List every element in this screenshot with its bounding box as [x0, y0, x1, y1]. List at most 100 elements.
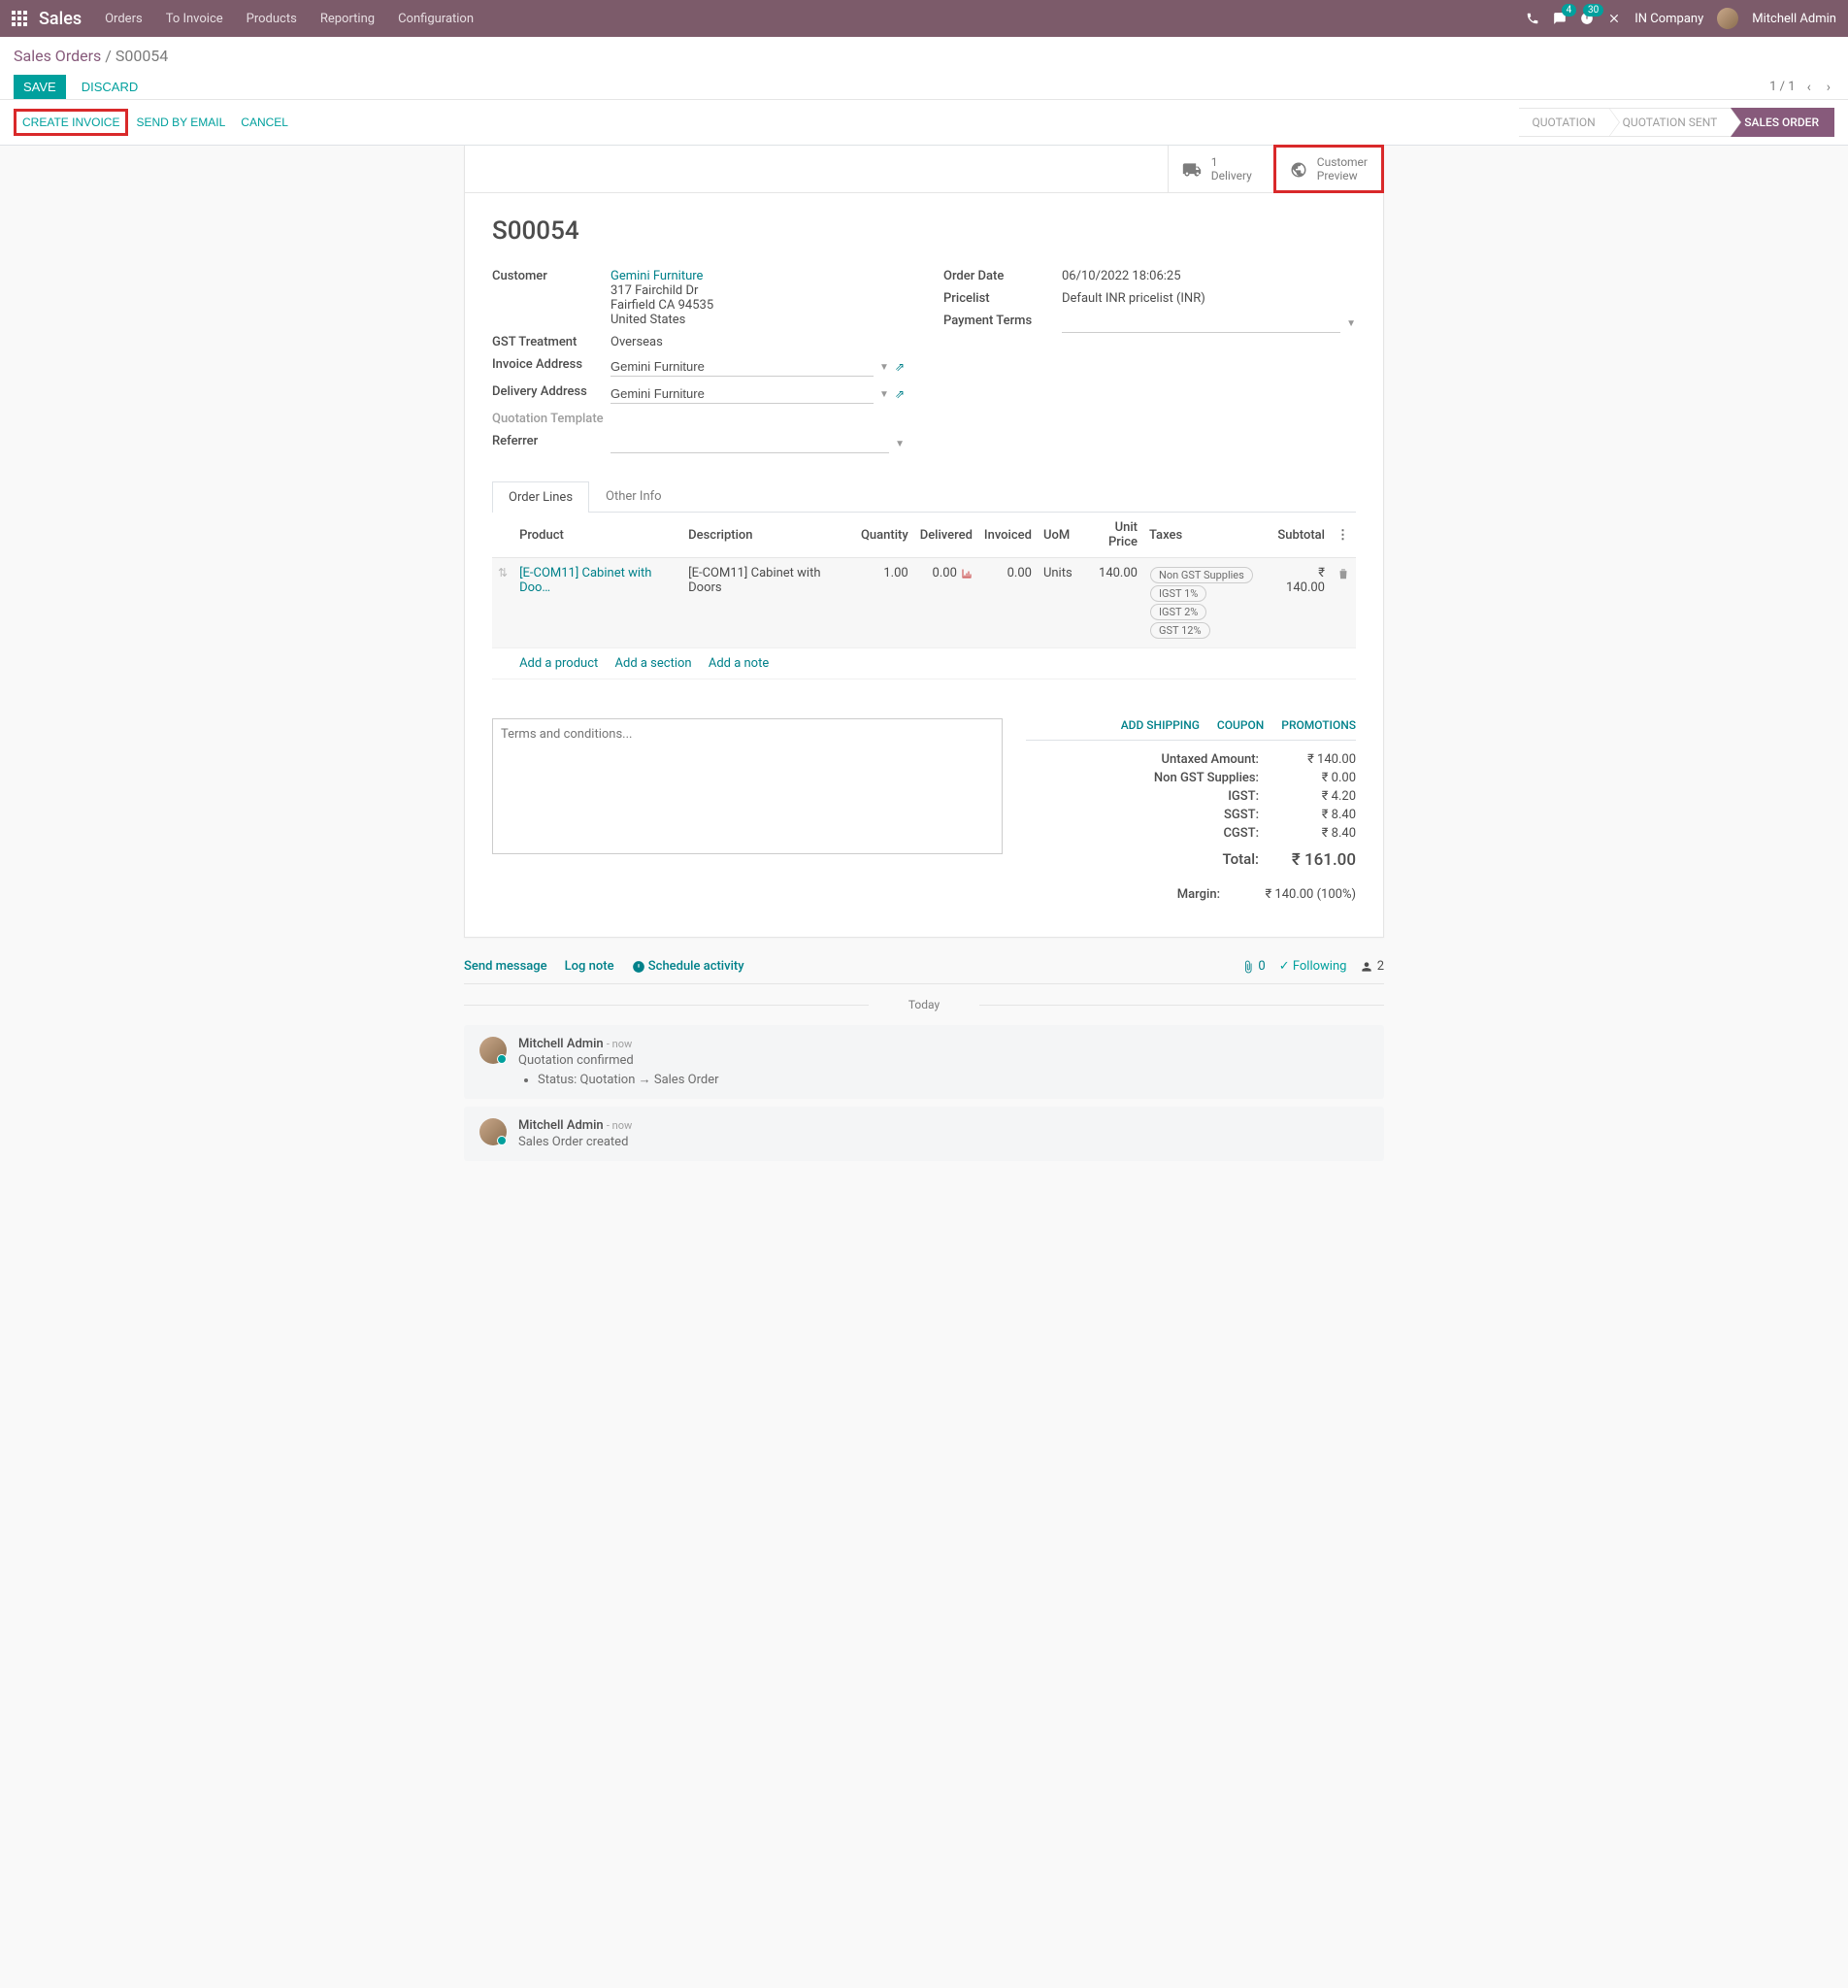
- sgst-amount: ₹ 8.40: [1278, 808, 1356, 822]
- line-description[interactable]: [E-COM11] Cabinet with Doors: [682, 558, 855, 648]
- discuss-icon[interactable]: 4: [1553, 12, 1567, 26]
- chevron-down-icon[interactable]: ▼: [879, 389, 889, 400]
- tax-tag[interactable]: GST 12%: [1150, 622, 1210, 639]
- line-unit-price[interactable]: 140.00: [1078, 558, 1143, 648]
- tab-order-lines[interactable]: Order Lines: [492, 481, 589, 513]
- sgst-label: SGST:: [1026, 808, 1259, 822]
- attachments-count[interactable]: 0: [1241, 959, 1266, 974]
- chevron-down-icon[interactable]: ▼: [879, 362, 889, 373]
- quotation-template-label: Quotation Template: [492, 412, 610, 426]
- stat-delivery[interactable]: 1Delivery: [1168, 146, 1274, 192]
- status-quotation-sent[interactable]: QUOTATION SENT: [1609, 108, 1732, 137]
- invoice-addr-input[interactable]: [610, 357, 874, 377]
- apps-icon[interactable]: [12, 11, 27, 26]
- customer-value: Gemini Furniture 317 Fairchild Dr Fairfi…: [610, 269, 905, 327]
- breadcrumb-root[interactable]: Sales Orders: [14, 47, 101, 65]
- user-avatar[interactable]: [1717, 8, 1738, 29]
- add-shipping-link[interactable]: ADD SHIPPING: [1121, 718, 1200, 732]
- tax-tag[interactable]: IGST 1%: [1150, 585, 1206, 602]
- save-button[interactable]: SAVE: [14, 75, 66, 99]
- nav-reporting[interactable]: Reporting: [320, 12, 375, 26]
- untaxed-label: Untaxed Amount:: [1026, 752, 1259, 767]
- stock-chart-icon[interactable]: [961, 567, 973, 580]
- app-brand[interactable]: Sales: [39, 9, 82, 29]
- kebab-icon[interactable]: ⋮: [1336, 528, 1349, 543]
- margin-amount: ₹ 140.00 (100%): [1239, 887, 1356, 902]
- nav-orders[interactable]: Orders: [105, 12, 143, 26]
- delivery-addr-label: Delivery Address: [492, 384, 610, 399]
- line-invoiced[interactable]: 0.00: [978, 558, 1038, 648]
- line-taxes[interactable]: Non GST Supplies IGST 1% IGST 2% GST 12%: [1143, 558, 1270, 648]
- nav-to-invoice[interactable]: To Invoice: [166, 12, 223, 26]
- message-content: Sales Order created: [518, 1135, 1369, 1149]
- tabs: Order Lines Other Info: [492, 480, 1356, 513]
- phone-icon[interactable]: [1526, 12, 1539, 26]
- topbar: Sales Orders To Invoice Products Reporti…: [0, 0, 1848, 37]
- stat-delivery-label: Delivery: [1211, 169, 1252, 182]
- truck-icon: [1182, 158, 1202, 179]
- user-name[interactable]: Mitchell Admin: [1752, 12, 1836, 26]
- message-author[interactable]: Mitchell Admin: [518, 1037, 604, 1051]
- tax-tag[interactable]: Non GST Supplies: [1150, 567, 1253, 583]
- coupon-link[interactable]: COUPON: [1217, 718, 1264, 732]
- discuss-badge: 4: [1562, 4, 1577, 17]
- message-avatar: [479, 1037, 507, 1064]
- following-button[interactable]: ✓ Following: [1279, 959, 1347, 974]
- line-delivered[interactable]: 0.00: [914, 558, 978, 648]
- statusbar: QUOTATION QUOTATION SENT SALES ORDER: [1519, 108, 1835, 137]
- send-by-email-button[interactable]: SEND BY EMAIL: [128, 112, 233, 133]
- promotions-link[interactable]: PROMOTIONS: [1281, 718, 1356, 732]
- th-unit-price: Unit Price: [1078, 513, 1143, 558]
- order-date-label: Order Date: [943, 269, 1062, 283]
- th-quantity: Quantity: [855, 513, 914, 558]
- add-note-link[interactable]: Add a note: [709, 656, 769, 671]
- add-product-link[interactable]: Add a product: [519, 656, 598, 671]
- followers-count[interactable]: 2: [1360, 959, 1384, 974]
- log-note-link[interactable]: Log note: [565, 959, 614, 974]
- message-author[interactable]: Mitchell Admin: [518, 1118, 604, 1133]
- company-switcher[interactable]: IN Company: [1634, 12, 1703, 26]
- external-link-icon[interactable]: ⇗: [895, 387, 905, 401]
- activity-badge: 30: [1583, 4, 1603, 17]
- delivery-addr-input[interactable]: [610, 384, 874, 404]
- payment-terms-input[interactable]: [1062, 314, 1340, 333]
- schedule-activity-link[interactable]: Schedule activity: [632, 959, 744, 974]
- referrer-input[interactable]: [610, 434, 889, 453]
- nav-products[interactable]: Products: [247, 12, 297, 26]
- drag-handle-icon[interactable]: ⇅: [498, 566, 508, 580]
- line-product[interactable]: [E-COM11] Cabinet with Doo…: [519, 566, 651, 595]
- discard-button[interactable]: DISCARD: [82, 80, 139, 94]
- pager-next-icon[interactable]: ›: [1823, 78, 1834, 97]
- status-sales-order[interactable]: SALES ORDER: [1731, 108, 1834, 137]
- line-uom[interactable]: Units: [1038, 558, 1078, 648]
- status-quotation[interactable]: QUOTATION: [1519, 108, 1609, 137]
- line-qty[interactable]: 1.00: [855, 558, 914, 648]
- nav-configuration[interactable]: Configuration: [398, 12, 474, 26]
- trash-icon[interactable]: [1336, 566, 1350, 580]
- tax-tag[interactable]: IGST 2%: [1150, 604, 1206, 620]
- pricelist-value: Default INR pricelist (INR): [1062, 291, 1356, 306]
- external-link-icon[interactable]: ⇗: [895, 360, 905, 374]
- invoice-addr-label: Invoice Address: [492, 357, 610, 372]
- stat-delivery-count: 1: [1211, 155, 1252, 169]
- igst-amount: ₹ 4.20: [1278, 789, 1356, 804]
- message-time: - now: [607, 1038, 632, 1050]
- send-message-link[interactable]: Send message: [464, 959, 547, 974]
- chevron-down-icon[interactable]: ▼: [1346, 318, 1356, 329]
- pager-prev-icon[interactable]: ‹: [1803, 78, 1815, 97]
- stat-customer-preview[interactable]: CustomerPreview: [1273, 145, 1384, 193]
- th-taxes: Taxes: [1143, 513, 1270, 558]
- table-row[interactable]: ⇅ [E-COM11] Cabinet with Doo… [E-COM11] …: [492, 558, 1356, 648]
- create-invoice-button[interactable]: CREATE INVOICE: [14, 109, 128, 136]
- debug-icon[interactable]: [1607, 12, 1621, 26]
- chevron-down-icon[interactable]: ▼: [895, 439, 905, 449]
- activity-icon[interactable]: 30: [1580, 12, 1594, 26]
- cancel-button[interactable]: CANCEL: [233, 112, 296, 133]
- tab-other-info[interactable]: Other Info: [589, 480, 678, 512]
- terms-textarea[interactable]: [492, 718, 1003, 854]
- payment-terms-label: Payment Terms: [943, 314, 1062, 328]
- customer-link[interactable]: Gemini Furniture: [610, 269, 703, 283]
- customer-label: Customer: [492, 269, 610, 283]
- gst-label: GST Treatment: [492, 335, 610, 349]
- add-section-link[interactable]: Add a section: [615, 656, 692, 671]
